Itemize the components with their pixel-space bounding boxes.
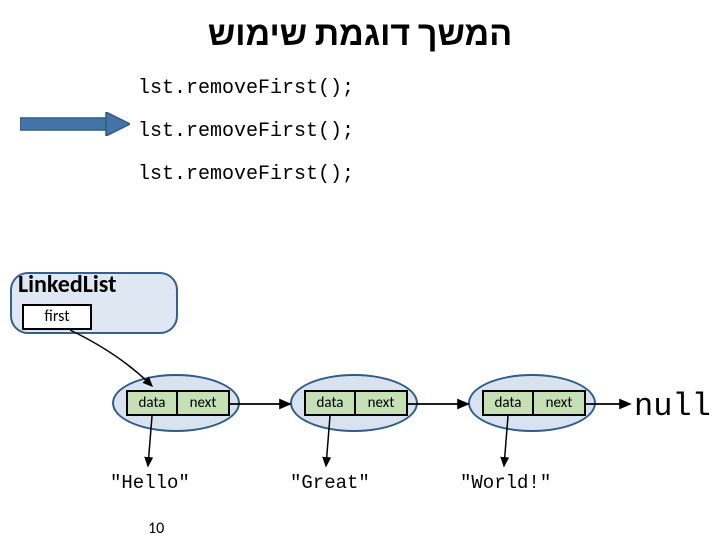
null-label: null	[634, 388, 711, 425]
node-cells: data next	[304, 390, 408, 416]
pointer-arrow-icon	[20, 112, 130, 141]
next-cell: next	[178, 390, 230, 416]
linked-list-label: LinkedList	[18, 270, 116, 299]
next-cell: next	[356, 390, 408, 416]
next-cell: next	[534, 390, 586, 416]
node-cells: data next	[482, 390, 586, 416]
data-cell: data	[482, 390, 534, 416]
code-line-2: lst.removeFirst();	[138, 120, 720, 143]
code-line-3: lst.removeFirst();	[138, 163, 720, 186]
slide-title: המשך דוגמת שימוש	[0, 14, 720, 55]
first-field-box: first	[22, 304, 92, 330]
data-cell: data	[126, 390, 178, 416]
node-cells: data next	[126, 390, 230, 416]
data-cell: data	[304, 390, 356, 416]
node-value-0: "Hello"	[110, 472, 190, 494]
node-value-1: "Great"	[290, 472, 370, 494]
slide-number: 10	[148, 519, 164, 538]
code-line-1: lst.removeFirst();	[138, 77, 720, 100]
node-value-2: "World!"	[460, 472, 551, 494]
code-block: lst.removeFirst(); lst.removeFirst(); ls…	[138, 77, 720, 186]
